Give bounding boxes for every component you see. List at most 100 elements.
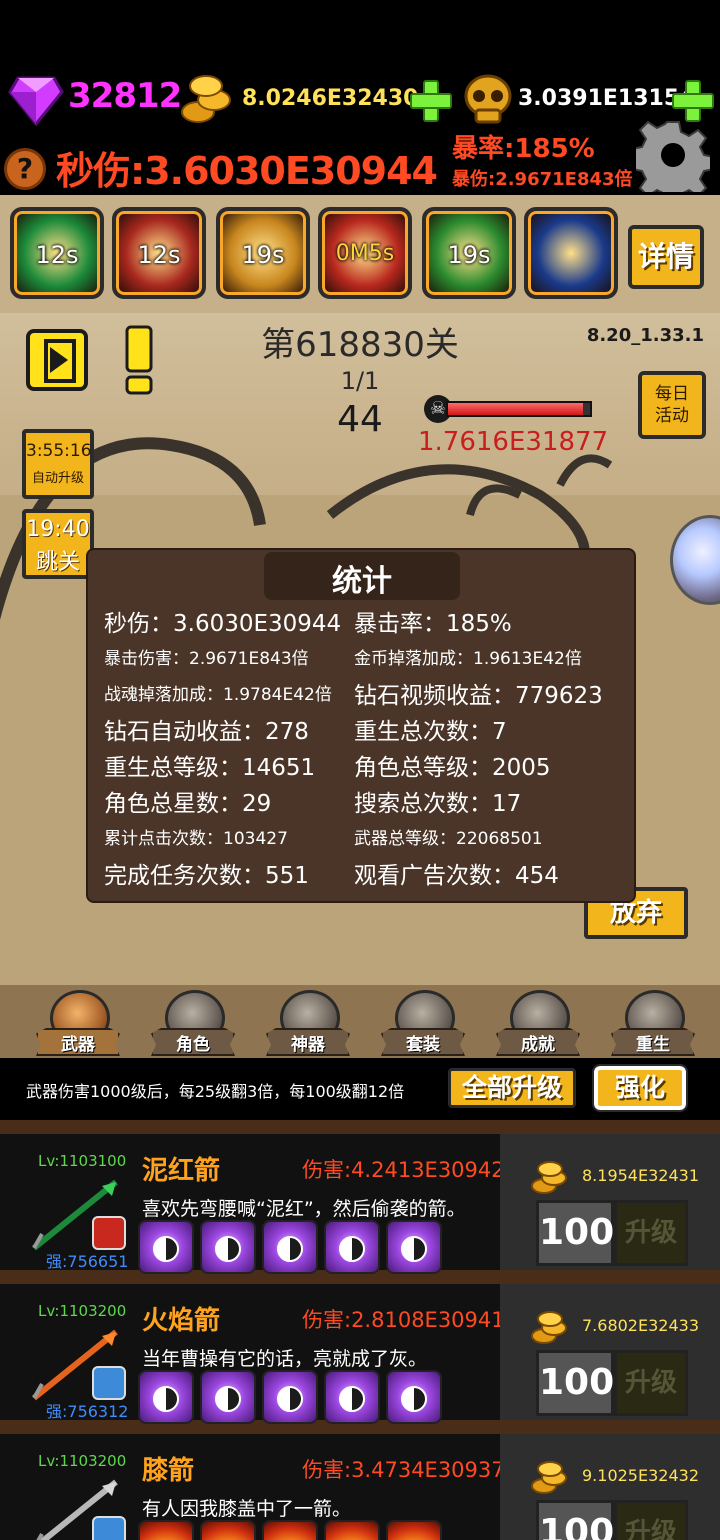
play-button[interactable] (26, 329, 88, 391)
add-soul-button[interactable] (672, 80, 714, 122)
upgrade-quantity-button[interactable]: 100 (536, 1500, 614, 1540)
gold-coins-icon (531, 1311, 567, 1344)
tab-sets[interactable]: 套装 (381, 990, 465, 1060)
version-label: 8.20_1.33.1 (586, 325, 704, 346)
upgrade-quantity-button[interactable]: 100 (536, 1200, 614, 1266)
tab-label: 武器 (61, 1035, 95, 1055)
bottom-tabs: 武器 角色 神器 套装 成就 重生 (0, 990, 720, 1060)
skip-stage-timer: 19:40 (26, 517, 90, 542)
yinyang-rune-icon (324, 1220, 380, 1274)
weapon-damage: 伤害:2.8108E30941 (302, 1308, 505, 1332)
yinyang-rune-icon (386, 1370, 442, 1424)
gem-count: 32812 (68, 76, 182, 116)
weapon-name: 膝箭 (142, 1456, 195, 1486)
skip-stage-button[interactable]: 19:40 跳关 (22, 509, 94, 579)
skill-slot-6[interactable] (524, 207, 618, 299)
weapon-damage: 伤害:4.2413E30942 (302, 1158, 505, 1182)
info-bar: 武器伤害1000级后，每25级翻3倍，每100级翻12倍 全部升级 强化 (0, 1058, 720, 1120)
yinyang-rune-icon (324, 1370, 380, 1424)
weapon-name: 火焰箭 (142, 1306, 221, 1336)
weapon-damage: 伤害:3.4734E30937 (302, 1458, 505, 1482)
upgrade-button[interactable]: 升级 (614, 1200, 688, 1266)
weapon-row[interactable]: Lv:1103200 强:756312 火焰箭 伤害:2.8108E30941 当年曹操… (0, 1284, 720, 1424)
tab-artifacts[interactable]: 神器 (266, 990, 350, 1060)
weapon-name: 泥红箭 (142, 1156, 221, 1186)
boss-hp-fill (448, 403, 583, 415)
stats-panel: 统计 秒伤：3.6030E30944 暴击率：185% 暴击伤害：2.9671E84… (86, 548, 636, 903)
skill-slot-1[interactable]: 12s (10, 207, 104, 299)
weapon-strength: 强:756312 (46, 1402, 129, 1421)
upgrade-all-button[interactable]: 全部升级 (448, 1068, 576, 1108)
alert-exclamation-icon[interactable] (124, 325, 154, 395)
yinyang-rune-icon (386, 1220, 442, 1274)
yinyang-rune-icon (138, 1370, 194, 1424)
enhance-button[interactable]: 强化 (592, 1064, 688, 1112)
fire-rune-icon (386, 1520, 442, 1540)
stat-item: 暴击率：185% (354, 611, 512, 637)
crit-damage-display: 暴伤:2.9671E843倍 (452, 169, 633, 190)
stat-item: 重生总次数：7 (354, 719, 507, 745)
skill-slot-5[interactable]: 19s (422, 207, 516, 299)
weapon-rule-text: 武器伤害1000级后，每25级翻3倍，每100级翻12倍 (26, 1082, 405, 1101)
skills-bar: 12s 12s 19s 0M5s 19s 详情 (0, 195, 720, 313)
weapon-list[interactable]: Lv:1103100 强:756651 泥红箭 伤害:4.2413E30942 喜欢先弯… (0, 1120, 720, 1540)
skill-slot-4[interactable]: 0M5s (318, 207, 412, 299)
resource-bar: 32812 8.0246E32430 3.0391E13154 ? 秒伤:3.6… (0, 0, 720, 195)
settings-gear-icon[interactable] (636, 118, 710, 192)
upgrade-cost: 9.1025E32432 (582, 1466, 699, 1485)
element-badge-icon (92, 1366, 126, 1400)
tab-label: 成就 (521, 1035, 555, 1055)
enemy-count: 44 (337, 399, 383, 440)
stat-item: 观看广告次数：454 (354, 863, 559, 889)
dps-display: 秒伤:3.6030E30944 (56, 149, 438, 193)
tab-weapons[interactable]: 武器 (36, 990, 120, 1060)
gold-count: 8.0246E32430 (242, 86, 419, 111)
boss-hp-value: 1.7616E31877 (418, 427, 609, 457)
upgrade-button[interactable]: 升级 (614, 1500, 688, 1540)
boss-hp-bar (446, 401, 592, 417)
yinyang-rune-icon (200, 1220, 256, 1274)
diamond-icon (8, 76, 64, 126)
upgrade-cost: 7.6802E32433 (582, 1316, 699, 1335)
weapon-row[interactable]: Lv:1103100 强:756651 泥红箭 伤害:4.2413E30942 喜欢先弯… (0, 1134, 720, 1274)
stat-item: 金币掉落加成：1.9613E42倍 (354, 649, 582, 669)
tab-label: 套装 (406, 1035, 440, 1055)
details-button[interactable]: 详情 (628, 225, 704, 289)
tab-rebirth[interactable]: 重生 (611, 990, 695, 1060)
gold-coins-icon (181, 75, 231, 123)
tab-characters[interactable]: 角色 (151, 990, 235, 1060)
stat-item: 钻石视频收益：779623 (354, 683, 603, 709)
weapon-row[interactable]: Lv:1103200 膝箭 伤害:3.4734E30937 有人因我膝盖中了一箭。 9.… (0, 1434, 720, 1540)
play-icon (50, 347, 68, 373)
stat-item: 重生总等级：14651 (104, 755, 316, 781)
add-gold-button[interactable] (410, 80, 452, 122)
upgrade-panel: 8.1954E32431 100 升级 (500, 1134, 720, 1270)
wave-counter: 1/1 (340, 367, 380, 395)
fire-rune-icon (138, 1520, 194, 1540)
element-badge-icon (92, 1216, 126, 1250)
skill-slot-3[interactable]: 19s (216, 207, 310, 299)
upgrade-panel: 7.6802E32433 100 升级 (500, 1284, 720, 1420)
skull-icon (464, 74, 512, 124)
tab-achievements[interactable]: 成就 (496, 990, 580, 1060)
stat-item: 钻石自动收益：278 (104, 719, 309, 745)
help-button[interactable]: ? (4, 148, 46, 190)
daily-activity-button[interactable]: 每日 活动 (638, 371, 706, 439)
upgrade-button[interactable]: 升级 (614, 1350, 688, 1416)
crit-rate-display: 暴率:185% (452, 134, 595, 164)
yinyang-rune-icon (262, 1370, 318, 1424)
tab-label: 角色 (176, 1035, 210, 1055)
daily-label-1: 每日 (655, 384, 689, 404)
element-badge-icon (92, 1516, 126, 1540)
stat-item: 搜索总次数：17 (354, 791, 522, 817)
stat-item: 累计点击次数：103427 (104, 829, 288, 849)
auto-upgrade-button[interactable]: 3:55:16 自动升级 (22, 429, 94, 499)
auto-upgrade-timer: 3:55:16 (26, 441, 92, 461)
upgrade-quantity-button[interactable]: 100 (536, 1350, 614, 1416)
yinyang-rune-icon (138, 1220, 194, 1274)
stat-item: 秒伤：3.6030E30944 (104, 611, 342, 637)
skill-slot-2[interactable]: 12s (112, 207, 206, 299)
weapon-level: Lv:1103200 (38, 1452, 127, 1470)
weapon-level: Lv:1103100 (38, 1152, 127, 1170)
yinyang-rune-icon (200, 1370, 256, 1424)
